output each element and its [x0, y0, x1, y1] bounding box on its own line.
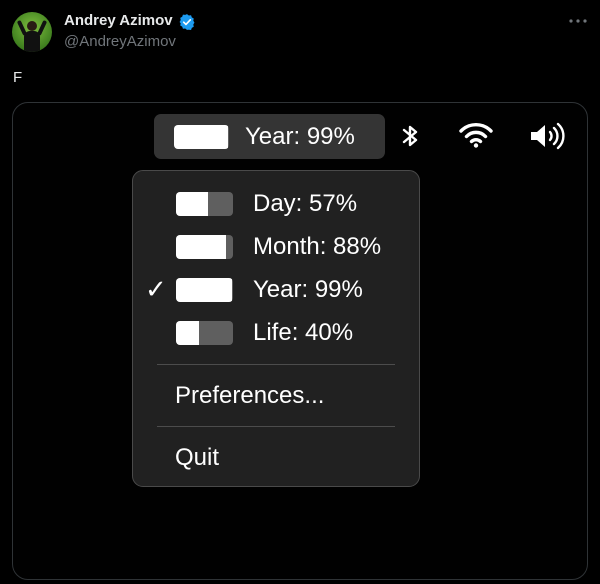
author-name[interactable]: Andrey Azimov [64, 12, 173, 29]
menu-item-life[interactable]: Life: 40% [133, 313, 419, 353]
menu-item-label: Day: 57% [253, 190, 358, 217]
verified-badge-icon [179, 14, 195, 30]
menu-item-progress-fill [176, 235, 227, 259]
menu-item-label: Life: 40% [253, 319, 354, 346]
menu-item-progress-bar [176, 235, 233, 259]
menu-item-label: Month: 88% [253, 233, 382, 260]
menu-item-quit[interactable]: Quit [175, 440, 395, 476]
menubar-progress-bar [174, 125, 229, 149]
menu-item-month[interactable]: Month: 88% [133, 227, 419, 267]
menu-item-day[interactable]: Day: 57% [133, 184, 419, 224]
menu-item-progress-fill [176, 321, 199, 345]
author-handle[interactable]: @AndreyAzimov [64, 33, 176, 50]
menubar-progress-label: Year: 99% [245, 123, 355, 150]
menu-item-preferences[interactable]: Preferences... [175, 378, 395, 414]
menubar-progress-item[interactable]: Year: 99% [154, 114, 385, 159]
avatar-head [27, 21, 37, 31]
avatar-torso [24, 31, 40, 52]
more-options-icon[interactable] [569, 19, 587, 23]
tweet-media-screenshot[interactable]: Year: 99% Day: 57% Month: 88% ✓ Year: 99… [12, 102, 588, 580]
wifi-icon[interactable] [459, 122, 493, 148]
menu-item-progress-bar [176, 321, 233, 345]
tweet-text: F [13, 69, 23, 86]
checkmark-icon: ✓ [145, 274, 167, 304]
menu-item-progress-bar [176, 278, 233, 302]
menu-item-progress-bar [176, 192, 233, 216]
speaker-volume-icon[interactable] [528, 122, 568, 150]
author-avatar[interactable] [12, 12, 52, 52]
menu-item-progress-fill [176, 192, 209, 216]
menu-item-year[interactable]: ✓ Year: 99% [133, 270, 419, 310]
bluetooth-icon[interactable] [400, 122, 420, 150]
menu-item-progress-fill [176, 278, 233, 302]
progress-dropdown-menu: Day: 57% Month: 88% ✓ Year: 99% Life: 40… [132, 170, 420, 487]
menu-separator [157, 426, 395, 427]
menu-separator [157, 364, 395, 365]
menu-item-label: Year: 99% [253, 276, 363, 303]
menubar-progress-fill [174, 125, 229, 149]
